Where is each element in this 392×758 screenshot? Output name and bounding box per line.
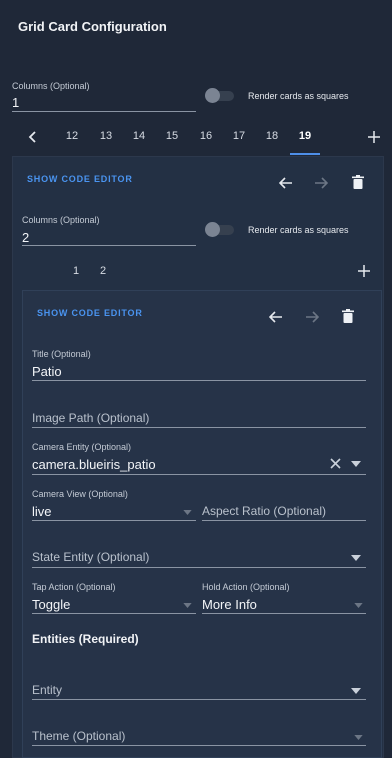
dropdown-arrow-icon[interactable] xyxy=(350,553,362,563)
tab-1[interactable]: 1 xyxy=(63,265,89,277)
camera-entity-label: Camera Entity (Optional) xyxy=(32,442,132,452)
tab-2[interactable]: 2 xyxy=(90,265,116,277)
tab-18[interactable]: 18 xyxy=(259,130,285,142)
clear-icon[interactable] xyxy=(328,456,342,470)
theme-underline xyxy=(32,745,366,746)
entity-underline xyxy=(32,699,366,700)
hold-action-select[interactable]: More Info xyxy=(202,597,257,612)
title-underline xyxy=(32,380,366,381)
active-tab-indicator xyxy=(290,153,320,155)
dropdown-arrow-icon[interactable] xyxy=(350,686,362,696)
tap-action-select[interactable]: Toggle xyxy=(32,597,70,612)
tab-15[interactable]: 15 xyxy=(159,130,185,142)
theme-select[interactable]: Theme (Optional) xyxy=(32,729,125,743)
arrow-right-icon[interactable] xyxy=(313,175,329,191)
dropdown-arrow-icon[interactable] xyxy=(181,600,193,610)
camera-entity-underline xyxy=(32,474,366,475)
tab-19[interactable]: 19 xyxy=(292,130,318,142)
state-entity-input[interactable]: State Entity (Optional) xyxy=(32,550,149,564)
add-icon[interactable] xyxy=(355,262,373,280)
columns-underline xyxy=(22,245,196,246)
columns-input[interactable]: 1 xyxy=(12,95,19,110)
image-path-underline xyxy=(32,427,366,428)
aspect-ratio-underline xyxy=(202,520,366,521)
aspect-ratio-input[interactable]: Aspect Ratio (Optional) xyxy=(202,504,326,518)
show-code-editor-button[interactable]: SHOW CODE EDITOR xyxy=(27,174,133,184)
square-toggle-label: Render cards as squares xyxy=(248,91,349,101)
tab-13[interactable]: 13 xyxy=(93,130,119,142)
square-toggle-label: Render cards as squares xyxy=(248,225,349,235)
columns-label: Columns (Optional) xyxy=(22,215,100,225)
tap-action-underline xyxy=(32,613,196,614)
hold-action-underline xyxy=(202,613,366,614)
title-label: Title (Optional) xyxy=(32,349,91,359)
picture-entity-card-panel xyxy=(22,290,382,758)
tab-16[interactable]: 16 xyxy=(193,130,219,142)
page-title: Grid Card Configuration xyxy=(18,19,167,34)
add-icon[interactable] xyxy=(365,128,383,146)
columns-input[interactable]: 2 xyxy=(22,230,29,245)
camera-view-select[interactable]: live xyxy=(32,504,52,519)
square-toggle-knob[interactable] xyxy=(205,88,220,103)
dropdown-arrow-icon[interactable] xyxy=(350,459,362,469)
arrow-left-icon[interactable] xyxy=(268,309,284,325)
camera-entity-input[interactable]: camera.blueiris_patio xyxy=(32,457,156,472)
hold-action-label: Hold Action (Optional) xyxy=(202,582,290,592)
entities-heading: Entities (Required) xyxy=(32,632,139,646)
delete-icon[interactable] xyxy=(350,174,366,190)
state-entity-underline xyxy=(32,567,366,568)
tap-action-label: Tap Action (Optional) xyxy=(32,582,116,592)
camera-view-underline xyxy=(32,520,196,521)
delete-icon[interactable] xyxy=(340,308,356,324)
columns-underline xyxy=(12,111,196,112)
dropdown-arrow-icon[interactable] xyxy=(181,507,193,517)
square-toggle-knob[interactable] xyxy=(205,222,220,237)
tab-12[interactable]: 12 xyxy=(59,130,85,142)
arrow-right-icon[interactable] xyxy=(304,309,320,325)
dropdown-arrow-icon[interactable] xyxy=(352,732,364,742)
entity-input[interactable]: Entity xyxy=(32,683,62,697)
show-code-editor-button[interactable]: SHOW CODE EDITOR xyxy=(37,308,143,318)
image-path-input[interactable]: Image Path (Optional) xyxy=(32,411,149,425)
chevron-left-icon[interactable] xyxy=(24,128,42,146)
title-input[interactable]: Patio xyxy=(32,364,62,379)
camera-view-label: Camera View (Optional) xyxy=(32,489,128,499)
columns-label: Columns (Optional) xyxy=(12,81,90,91)
arrow-left-icon[interactable] xyxy=(278,175,294,191)
dropdown-arrow-icon[interactable] xyxy=(352,600,364,610)
tab-17[interactable]: 17 xyxy=(226,130,252,142)
tab-14[interactable]: 14 xyxy=(126,130,152,142)
